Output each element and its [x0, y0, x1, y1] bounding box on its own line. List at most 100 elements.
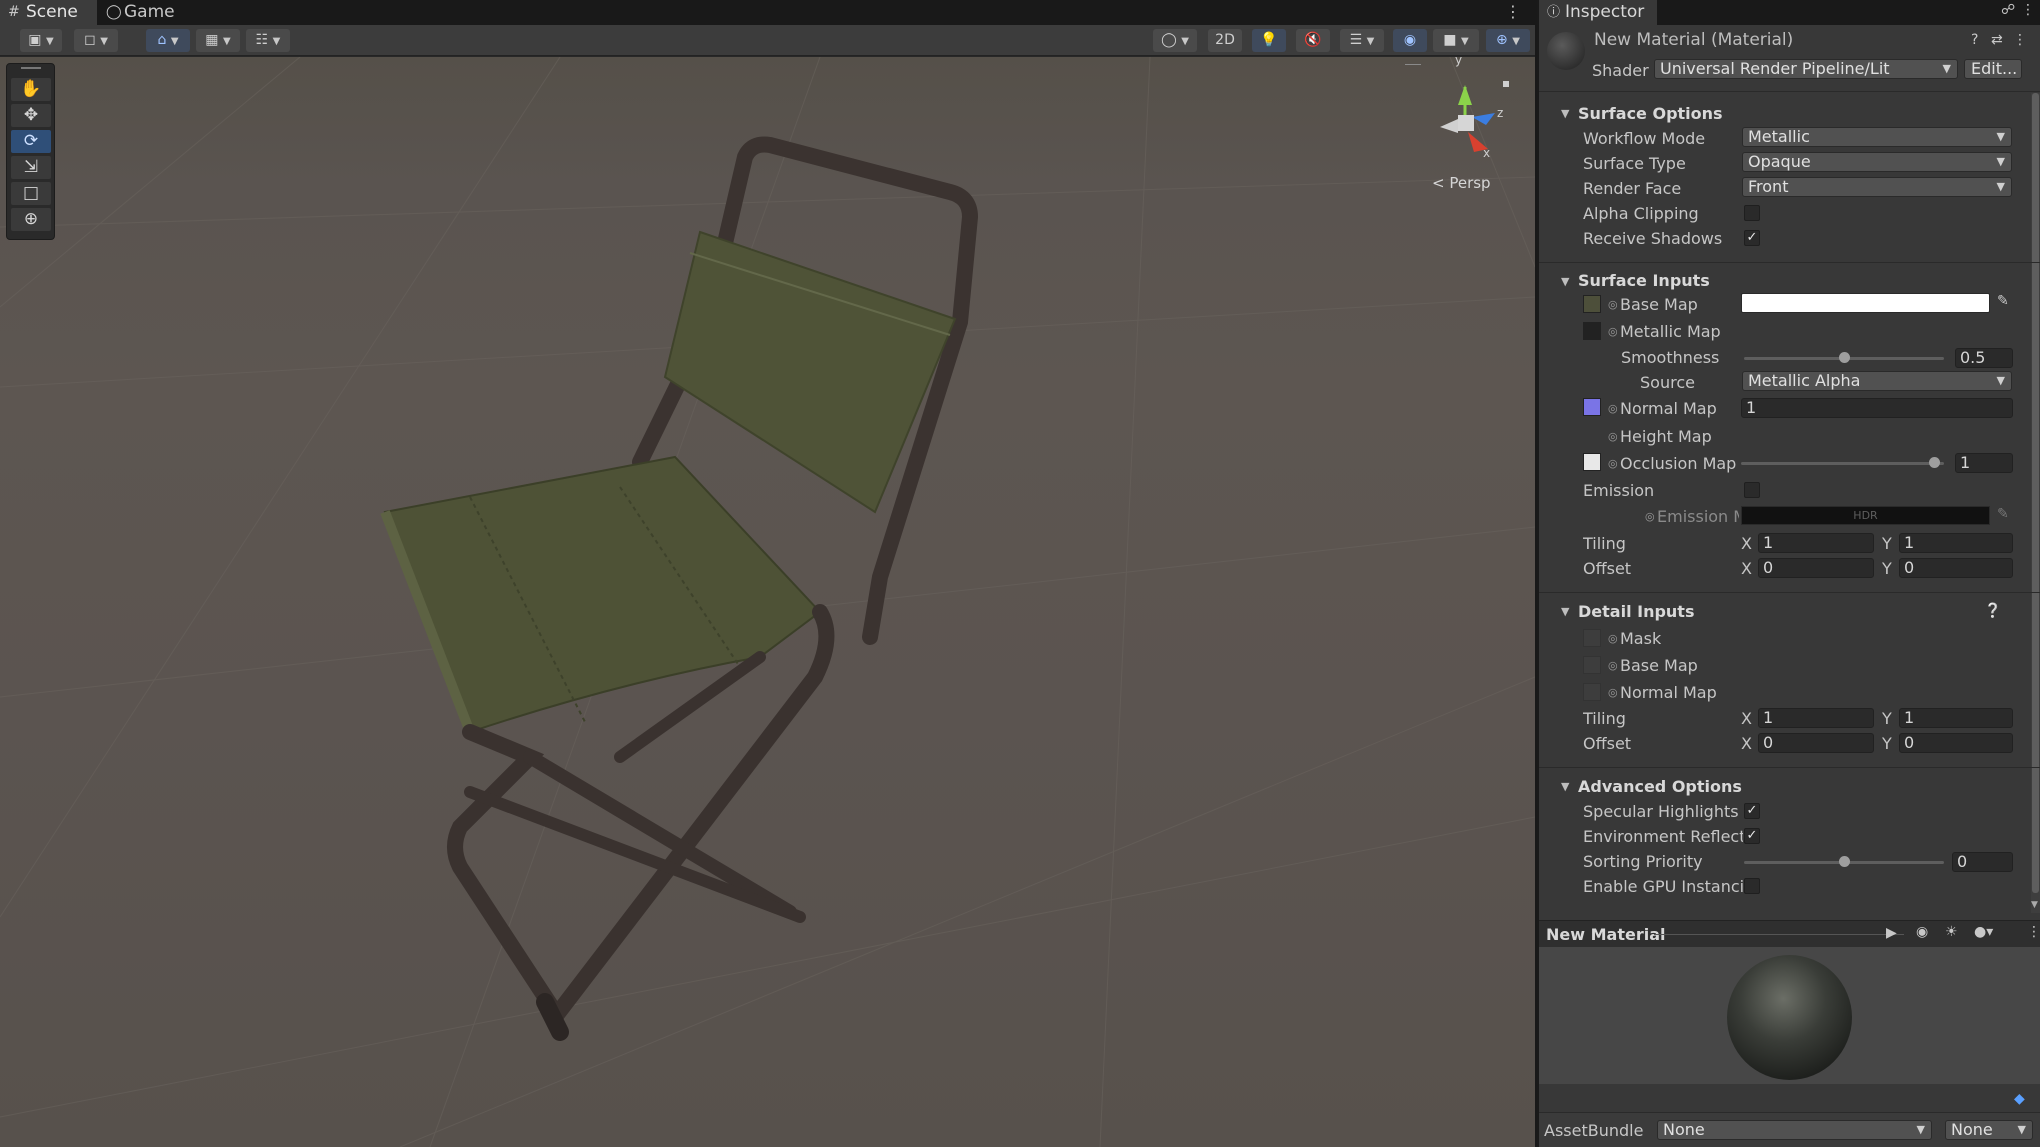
- help-icon[interactable]: ?: [1971, 32, 1978, 48]
- occlusion-map-texture-slot[interactable]: [1583, 453, 1601, 471]
- assetbundle-name-dropdown[interactable]: None ▼: [1657, 1120, 1932, 1140]
- smoothness-slider-knob[interactable]: [1839, 352, 1850, 363]
- alpha-clipping-checkbox[interactable]: [1744, 205, 1760, 221]
- more-options-icon[interactable]: ⋮: [1505, 2, 1521, 21]
- help-icon[interactable]: ❔: [1984, 603, 2001, 619]
- background-sphere-icon[interactable]: ●▾: [1974, 924, 1993, 940]
- sorting-priority-slider-knob[interactable]: [1839, 856, 1850, 867]
- scrollbar-thumb[interactable]: [2032, 93, 2039, 893]
- emission-color-field[interactable]: HDR: [1741, 506, 1990, 525]
- foldout-arrow-icon[interactable]: ▼: [1561, 780, 1569, 793]
- gpu-instancing-checkbox[interactable]: [1744, 878, 1760, 894]
- environment-reflections-checkbox[interactable]: ✓: [1744, 828, 1760, 844]
- receive-shadows-checkbox[interactable]: ✓: [1744, 230, 1760, 246]
- preview-more-icon[interactable]: ⋮: [2027, 924, 2040, 940]
- mask-texture-slot[interactable]: [1583, 629, 1601, 647]
- advanced-options-header[interactable]: Advanced Options: [1578, 777, 1742, 796]
- shading-mode-button[interactable]: ◯ ▼: [1153, 29, 1197, 52]
- tiling-x-field[interactable]: 1: [1758, 533, 1874, 553]
- rect-tool-icon[interactable]: □: [11, 182, 51, 205]
- material-preview-area[interactable]: [1539, 947, 2040, 1084]
- normal-map-scale-field[interactable]: 1: [1741, 398, 2013, 418]
- grid-visibility-button[interactable]: ☷ ▼: [246, 29, 290, 52]
- tag-icon[interactable]: ◆: [2014, 1091, 2025, 1107]
- scale-tool-icon[interactable]: ⇲: [11, 156, 51, 179]
- normal-map-texture-slot[interactable]: [1583, 398, 1601, 416]
- emission-checkbox[interactable]: [1744, 482, 1760, 498]
- base-map-texture-slot[interactable]: [1583, 295, 1601, 313]
- offset-y-field[interactable]: 0: [1899, 558, 2013, 578]
- move-tool-icon[interactable]: ✥: [11, 104, 51, 127]
- grid-snap-button[interactable]: ⌂ ▼: [146, 29, 190, 52]
- play-icon[interactable]: ▶: [1886, 925, 1897, 941]
- toggle-2d-button[interactable]: 2D: [1208, 29, 1242, 52]
- texture-picker-icon[interactable]: ◎: [1608, 659, 1618, 672]
- detail-tiling-y-field[interactable]: 1: [1899, 708, 2013, 728]
- workflow-mode-dropdown[interactable]: Metallic ▼: [1742, 127, 2012, 147]
- projection-toggle[interactable]: < Persp: [1432, 174, 1491, 192]
- sorting-priority-field[interactable]: 0: [1952, 852, 2013, 872]
- eyedropper-icon[interactable]: ✎: [1997, 506, 2009, 522]
- tiling-y-field[interactable]: 1: [1899, 533, 2013, 553]
- surface-inputs-header[interactable]: Surface Inputs: [1578, 271, 1710, 290]
- metallic-map-texture-slot[interactable]: [1583, 322, 1601, 340]
- preview-header[interactable]: New Material ▶ ◉ ☀ ●▾ ⋮: [1539, 920, 2040, 947]
- hidden-objects-toggle-button[interactable]: ◉: [1393, 29, 1427, 52]
- context-menu-icon[interactable]: ⋮: [2013, 32, 2027, 48]
- shader-dropdown[interactable]: Universal Render Pipeline/Lit ▼: [1654, 59, 1958, 79]
- detail-base-map-texture-slot[interactable]: [1583, 656, 1601, 674]
- more-options-icon[interactable]: ⋮: [2021, 2, 2035, 18]
- texture-picker-icon[interactable]: ◎: [1608, 325, 1618, 338]
- smoothness-field[interactable]: 0.5: [1955, 348, 2013, 368]
- toolstrip-grip[interactable]: [21, 67, 41, 69]
- scroll-down-icon[interactable]: ▼: [2031, 900, 2038, 910]
- folding-chair-model[interactable]: [380, 136, 979, 1041]
- foldout-arrow-icon[interactable]: ▼: [1561, 107, 1569, 120]
- overlay-handle[interactable]: [1405, 64, 1421, 65]
- assetbundle-variant-dropdown[interactable]: None ▼: [1945, 1120, 2033, 1140]
- presets-icon[interactable]: ⇄: [1991, 32, 2003, 48]
- scene-viewport[interactable]: y z x < Persp ✋ ✥ ⟳ ⇲ □ ⊕: [0, 57, 1535, 1147]
- eyedropper-icon[interactable]: ✎: [1997, 293, 2009, 309]
- offset-x-field[interactable]: 0: [1758, 558, 1874, 578]
- inspector-scrollbar[interactable]: [2031, 93, 2040, 913]
- base-map-color-field[interactable]: [1741, 293, 1990, 313]
- transform-tool-icon[interactable]: ⊕: [11, 208, 51, 231]
- preview-drag-handle[interactable]: [1654, 934, 1904, 935]
- lighting-toggle-button[interactable]: 💡: [1252, 29, 1286, 52]
- detail-offset-x-field[interactable]: 0: [1758, 733, 1874, 753]
- audio-toggle-button[interactable]: 🔇: [1296, 29, 1330, 52]
- occlusion-slider-knob[interactable]: [1929, 457, 1940, 468]
- detail-offset-y-field[interactable]: 0: [1899, 733, 2013, 753]
- texture-picker-icon[interactable]: ◎: [1608, 632, 1618, 645]
- hand-tool-icon[interactable]: ✋: [11, 78, 51, 101]
- texture-picker-icon[interactable]: ◎: [1608, 457, 1618, 470]
- lock-icon[interactable]: ☍: [2001, 2, 2015, 18]
- detail-normal-map-texture-slot[interactable]: [1583, 683, 1601, 701]
- lights-icon[interactable]: ☀: [1945, 924, 1958, 940]
- surface-options-header[interactable]: Surface Options: [1578, 104, 1723, 123]
- texture-picker-icon[interactable]: ◎: [1608, 298, 1618, 311]
- texture-picker-icon[interactable]: ◎: [1608, 430, 1618, 443]
- increment-snap-button[interactable]: ▦ ▼: [196, 29, 240, 52]
- source-dropdown[interactable]: Metallic Alpha ▼: [1742, 371, 2012, 391]
- tab-inspector[interactable]: ⓘ Inspector: [1539, 0, 1657, 25]
- tab-game[interactable]: ◯ Game: [98, 0, 188, 25]
- effects-toggle-button[interactable]: ☰ ▼: [1340, 29, 1384, 52]
- render-mode-button[interactable]: ◻ ▼: [74, 29, 118, 52]
- foldout-arrow-icon[interactable]: ▼: [1561, 605, 1569, 618]
- occlusion-slider[interactable]: [1741, 462, 1944, 465]
- edit-shader-button[interactable]: Edit...: [1964, 59, 2022, 79]
- detail-inputs-header[interactable]: Detail Inputs: [1578, 602, 1694, 621]
- tab-scene[interactable]: # Scene: [0, 0, 97, 25]
- rotate-tool-icon[interactable]: ⟳: [11, 130, 51, 153]
- texture-picker-icon[interactable]: ◎: [1608, 686, 1618, 699]
- occlusion-field[interactable]: 1: [1955, 453, 2013, 473]
- draw-mode-button[interactable]: ▣ ▼: [20, 29, 62, 52]
- render-face-dropdown[interactable]: Front ▼: [1742, 177, 2012, 197]
- camera-settings-button[interactable]: ■ ▼: [1433, 29, 1479, 52]
- preview-mesh-icon[interactable]: ◉: [1916, 924, 1928, 940]
- gizmos-button[interactable]: ⊕ ▼: [1486, 29, 1530, 52]
- detail-tiling-x-field[interactable]: 1: [1758, 708, 1874, 728]
- texture-picker-icon[interactable]: ◎: [1608, 402, 1618, 415]
